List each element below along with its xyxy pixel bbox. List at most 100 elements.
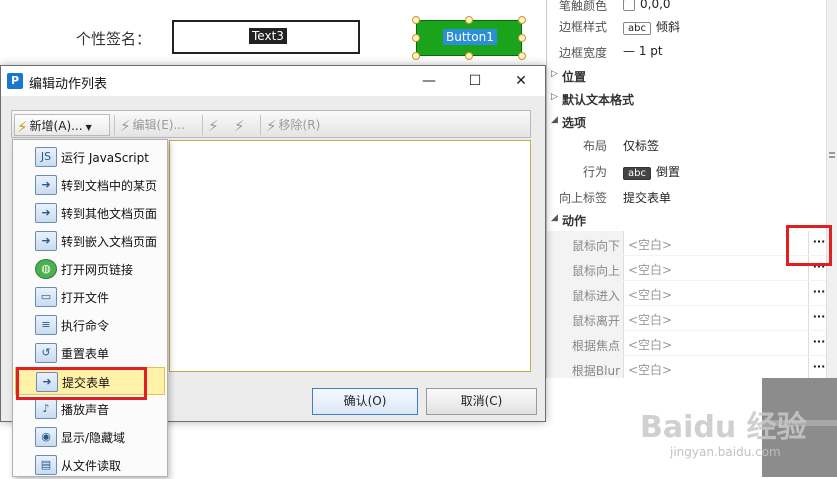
menu-item-label: 运行 JavaScript [61,151,149,165]
scrollbar-grip[interactable] [829,152,835,154]
ok-button[interactable]: 确认(O) [312,388,418,415]
action-value[interactable]: <空白> [623,306,808,330]
collapse-arrow-icon: ◢ [551,115,558,125]
menu-item-label: 打开文件 [61,291,110,305]
app-logo-icon: P [7,73,23,89]
resize-handle[interactable] [518,52,526,60]
resize-handle[interactable] [412,16,420,24]
resize-handle[interactable] [518,16,526,24]
action-list[interactable] [169,140,531,372]
color-value: 0,0,0 [640,0,671,11]
action-label: 鼠标离开 [571,314,620,328]
style-preview-chip: abc [623,22,651,35]
property-row[interactable]: 边框样式 abc 倾斜 [547,14,828,37]
watermark-url: jingyan.baidu.com [670,445,781,459]
page-icon: ➜ [35,175,57,195]
action-value[interactable]: <空白> [623,281,808,305]
section-title: 动作 [562,214,587,228]
section-title: 默认文本格式 [562,93,635,107]
menu-item-run-javascript[interactable]: JS 运行 JavaScript [15,143,165,171]
signature-label: 个性签名： [76,30,152,48]
resize-handle[interactable] [412,52,420,60]
action-row-mouse-leave[interactable]: 鼠标离开 <空白> ··· [547,306,829,332]
lightning-remove-icon: ⚡ [266,116,277,135]
properties-scrollbar[interactable] [826,0,837,378]
property-row[interactable]: 行为 abc 倒置 [547,159,828,182]
eye-icon: ◉ [35,427,57,447]
add-action-label: 新增(A)... [29,119,83,133]
action-value[interactable]: <空白> [623,331,808,355]
move-down-button[interactable]: ⚡ [234,114,247,136]
action-row-on-focus[interactable]: 根据焦点 <空白> ··· [547,331,829,357]
expand-arrow-icon: ▷ [551,92,558,102]
menu-item-show-hide-field[interactable]: ◉ 显示/隐藏域 [15,423,165,451]
resize-handle[interactable] [518,34,526,42]
move-up-button[interactable]: ⚡ [208,114,221,136]
action-value[interactable]: <空白> [623,356,808,378]
command-icon: ≡ [35,315,57,335]
reset-form-icon: ↺ [35,343,57,363]
property-value: abc 倒置 [623,163,680,180]
resize-handle[interactable] [465,16,473,24]
menu-item-label: 转到嵌入文档页面 [61,235,158,249]
menu-item-go-to-page[interactable]: ➜ 转到文档中的某页 [15,171,165,199]
globe-icon: ◍ [35,259,57,279]
resize-handle[interactable] [465,52,473,60]
property-label: 笔触颜色 [558,0,607,13]
property-row[interactable]: 布局 仅标签 [547,133,828,156]
menu-item-label: 重置表单 [61,347,110,361]
property-row[interactable]: 向上标签 提交表单 [547,185,828,208]
maximize-button[interactable]: ☐ [452,66,498,96]
open-file-icon: ▭ [35,287,57,307]
menu-item-label: 显示/隐藏域 [61,431,126,445]
behavior-preview-chip: abc [623,167,651,180]
speaker-icon: ♪ [35,399,57,419]
section-position[interactable]: ▷ 位置 [547,64,828,87]
expand-arrow-icon: ▷ [551,69,558,79]
action-row-on-blur[interactable]: 根据Blur <空白> ··· [547,356,829,378]
menu-item-open-file[interactable]: ▭ 打开文件 [15,283,165,311]
close-button[interactable]: ✕ [498,66,544,96]
annotation-highlight [786,225,832,266]
toolbar-separator [202,115,203,135]
remove-action-button[interactable]: ⚡ 移除(R) [266,114,320,136]
property-value: — 1 pt [623,44,663,58]
section-options[interactable]: ◢ 选项 [547,110,828,133]
read-file-icon: ▤ [35,455,57,475]
style-value: 倾斜 [655,20,680,34]
add-action-button[interactable]: ⚡ 新增(A)... ▼ [14,114,110,136]
menu-item-go-to-embedded-document[interactable]: ➜ 转到嵌入文档页面 [15,227,165,255]
menu-item-reset-form[interactable]: ↺ 重置表单 [15,339,165,367]
lightning-down-icon: ⚡ [234,116,245,135]
color-swatch[interactable] [623,0,635,11]
edit-action-button[interactable]: ⚡ 编辑(E)... [120,114,185,136]
action-value[interactable]: <空白> [623,256,808,280]
action-label: 鼠标向上 [571,264,620,278]
property-label: 边框宽度 [558,46,607,60]
button1-name: Button1 [443,29,497,45]
resize-handle[interactable] [412,34,420,42]
edit-action-label: 编辑(E)... [132,118,185,132]
menu-item-label: 打开网页链接 [61,263,134,277]
dialog-titlebar[interactable]: P 编辑动作列表 — ☐ ✕ [1,66,545,96]
menu-item-open-web-link[interactable]: ◍ 打开网页链接 [15,255,165,283]
minimize-button[interactable]: — [406,66,452,96]
remove-action-label: 移除(R) [278,118,321,132]
menu-item-read-from-file[interactable]: ▤ 从文件读取 [15,451,165,479]
action-row-mouse-enter[interactable]: 鼠标进入 <空白> ··· [547,281,829,307]
menu-item-execute-command[interactable]: ≡ 执行命令 [15,311,165,339]
property-label: 向上标签 [558,191,607,205]
action-label: 根据Blur [571,364,620,378]
action-label: 根据焦点 [571,339,620,353]
property-row[interactable]: 边框宽度 — 1 pt [547,40,828,63]
action-value[interactable]: <空白> [623,231,808,255]
properties-panel: 笔触颜色 0,0,0 边框样式 abc 倾斜 边框宽度 — 1 pt ▷ 位置 ▷… [546,0,837,378]
text3-field-name: Text3 [249,28,287,44]
property-label: 布局 [582,139,607,153]
cancel-button[interactable]: 取消(C) [426,388,537,415]
scrollbar-grip[interactable] [829,156,835,158]
lightning-up-icon: ⚡ [208,116,219,135]
chevron-down-icon: ▼ [85,123,92,132]
section-default-text-format[interactable]: ▷ 默认文本格式 [547,87,828,110]
menu-item-go-to-other-document[interactable]: ➜ 转到其他文档页面 [15,199,165,227]
